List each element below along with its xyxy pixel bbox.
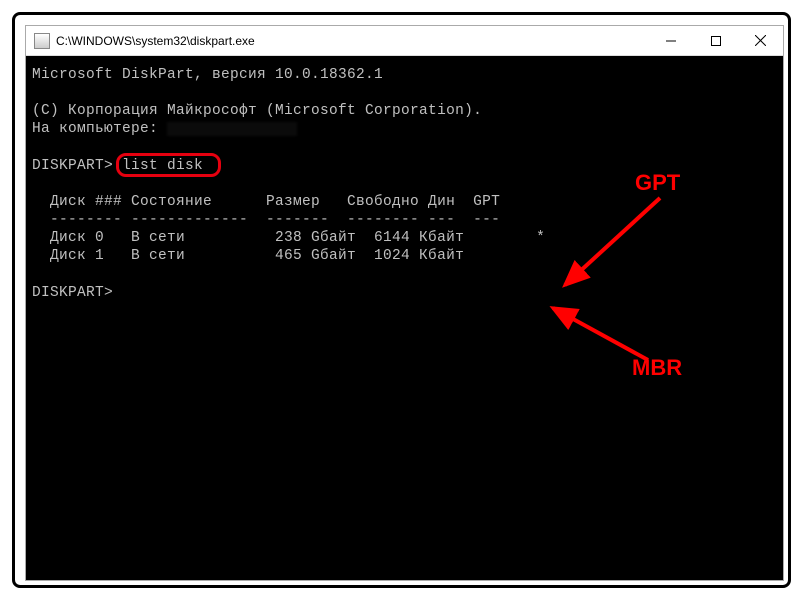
table-header: Диск ### Состояние Размер Свободно Дин G…	[32, 194, 500, 210]
console-window: C:\WINDOWS\system32\diskpart.exe Microso…	[25, 25, 784, 581]
minimize-button[interactable]	[648, 26, 693, 55]
computer-prefix: На компьютере:	[32, 121, 167, 137]
titlebar[interactable]: C:\WINDOWS\system32\diskpart.exe	[26, 26, 783, 56]
minimize-icon	[666, 36, 676, 46]
table-divider: -------- ------------- ------- -------- …	[32, 212, 500, 228]
table-row: Диск 1 В сети 465 Gбайт 1024 Кбайт	[32, 248, 464, 264]
app-icon	[34, 33, 50, 49]
close-button[interactable]	[738, 26, 783, 55]
maximize-icon	[711, 36, 721, 46]
maximize-button[interactable]	[693, 26, 738, 55]
copyright-line: (C) Корпорация Майкрософт (Microsoft Cor…	[32, 103, 482, 119]
close-icon	[755, 35, 766, 46]
prompt-2: DISKPART>	[32, 285, 113, 301]
computer-name-redacted	[167, 122, 297, 136]
window-title: C:\WINDOWS\system32\diskpart.exe	[56, 34, 648, 48]
annotation-gpt-label: GPT	[635, 170, 680, 196]
table-row: Диск 0 В сети 238 Gбайт 6144 Кбайт *	[32, 230, 545, 246]
version-line: Microsoft DiskPart, версия 10.0.18362.1	[32, 67, 383, 83]
window-controls	[648, 26, 783, 55]
prompt-1: DISKPART>	[32, 158, 122, 174]
outer-frame: C:\WINDOWS\system32\diskpart.exe Microso…	[12, 12, 791, 588]
annotation-mbr-label: MBR	[632, 355, 682, 381]
command-typed: list disk	[122, 158, 203, 174]
terminal-output[interactable]: Microsoft DiskPart, версия 10.0.18362.1 …	[26, 56, 783, 580]
